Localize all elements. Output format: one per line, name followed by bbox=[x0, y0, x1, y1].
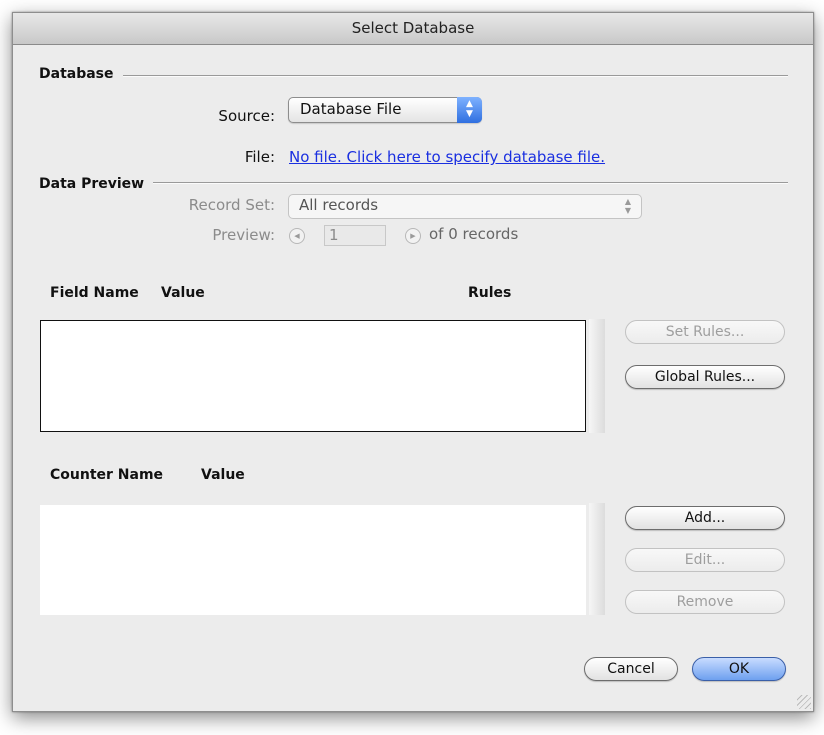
preview-label: Preview: bbox=[212, 226, 275, 244]
record-set-popup[interactable]: All records ▲ ▼ bbox=[288, 194, 642, 219]
select-database-dialog: Select Database Database Source: Databas… bbox=[12, 12, 814, 712]
popup-arrows-icon: ▲ ▼ bbox=[457, 97, 482, 123]
resize-grip-icon[interactable] bbox=[797, 695, 811, 709]
rules-column-header: Rules bbox=[468, 285, 512, 301]
popup-arrows-icon: ▲ ▼ bbox=[624, 197, 631, 215]
next-record-button[interactable]: ▶ bbox=[405, 228, 421, 244]
record-count-text: of 0 records bbox=[429, 225, 519, 243]
counter-name-column-header: Counter Name bbox=[50, 467, 164, 483]
edit-counter-button[interactable]: Edit... bbox=[625, 548, 785, 572]
preview-record-field[interactable]: 1 bbox=[324, 225, 386, 246]
ok-button[interactable]: OK bbox=[692, 657, 786, 681]
global-rules-button[interactable]: Global Rules... bbox=[625, 365, 785, 389]
field-name-column-header: Field Name bbox=[50, 285, 139, 301]
source-popup[interactable]: Database File ▲ ▼ bbox=[288, 97, 482, 123]
cancel-button[interactable]: Cancel bbox=[584, 657, 678, 681]
record-set-value: All records bbox=[299, 196, 379, 214]
field-list-scrollbar[interactable] bbox=[589, 319, 605, 433]
data-preview-section-label: Data Preview bbox=[39, 176, 145, 192]
specify-database-file-link[interactable]: No file. Click here to specify database … bbox=[289, 148, 605, 166]
source-value: Database File bbox=[300, 100, 402, 118]
source-label: Source: bbox=[218, 107, 275, 125]
previous-record-button[interactable]: ◀ bbox=[289, 228, 305, 244]
counter-list[interactable] bbox=[40, 505, 586, 615]
value-column-header: Value bbox=[161, 285, 205, 301]
set-rules-button[interactable]: Set Rules... bbox=[625, 320, 785, 344]
field-list[interactable] bbox=[40, 320, 586, 432]
window-title: Select Database bbox=[13, 13, 813, 45]
database-separator bbox=[123, 75, 788, 77]
counter-value-column-header: Value bbox=[201, 467, 245, 483]
database-section-label: Database bbox=[39, 66, 114, 82]
file-label: File: bbox=[244, 148, 275, 166]
remove-counter-button[interactable]: Remove bbox=[625, 590, 785, 614]
record-set-label: Record Set: bbox=[188, 196, 275, 214]
add-counter-button[interactable]: Add... bbox=[625, 506, 785, 530]
counter-list-scrollbar[interactable] bbox=[589, 503, 605, 615]
data-preview-separator bbox=[153, 182, 788, 184]
